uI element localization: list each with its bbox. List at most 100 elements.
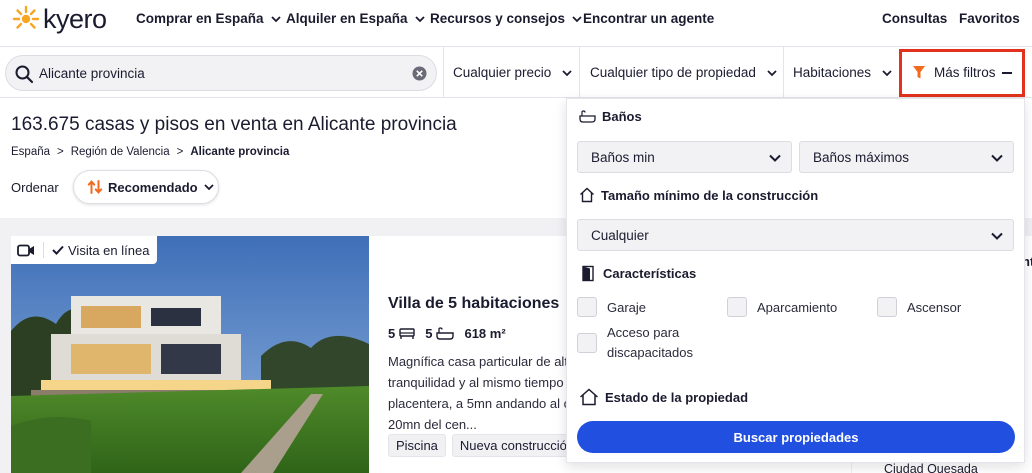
search-value: Alicante provincia bbox=[39, 66, 145, 81]
chevron-down-icon bbox=[203, 184, 214, 191]
features-title-label: Características bbox=[603, 266, 697, 281]
chevron-down-icon bbox=[991, 154, 1003, 162]
price-filter[interactable]: Cualquier precio bbox=[453, 65, 573, 80]
logo-text: kyero bbox=[43, 4, 107, 34]
area: 618 m² bbox=[464, 326, 505, 341]
size-section-title: Tamaño mínimo de la construcción bbox=[579, 187, 818, 203]
banos-section-title: Baños bbox=[579, 109, 642, 124]
banos-title-label: Baños bbox=[602, 109, 642, 124]
breadcrumb-espana[interactable]: España bbox=[11, 146, 50, 158]
banos-min-select[interactable]: Baños min bbox=[577, 141, 792, 173]
virtual-tour-badge: Visita en línea bbox=[11, 236, 158, 264]
sort-value: Recomendado bbox=[108, 179, 198, 195]
accesibilidad-checkbox[interactable]: Acceso para discapacitados bbox=[577, 323, 727, 363]
door-icon bbox=[582, 265, 594, 282]
chevron-down-icon bbox=[991, 232, 1003, 240]
collapse-minus-icon bbox=[1002, 72, 1012, 74]
ascensor-label: Ascensor bbox=[907, 300, 962, 315]
listing-photo[interactable]: Visita en línea bbox=[11, 236, 369, 473]
garaje-checkbox[interactable]: Garaje bbox=[577, 297, 646, 318]
aparcamiento-label: Aparcamiento bbox=[757, 300, 838, 315]
divider bbox=[579, 47, 580, 97]
nav-alquiler[interactable]: Alquiler en España bbox=[286, 11, 426, 26]
estado-section-title: Estado de la propiedad bbox=[579, 388, 748, 406]
checkbox-box[interactable] bbox=[727, 297, 747, 317]
area-value: 618 m² bbox=[464, 326, 506, 341]
nav-recursos-label: Recursos y consejos bbox=[430, 11, 566, 26]
chevron-down-icon bbox=[769, 154, 781, 162]
video-camera-icon bbox=[17, 244, 34, 256]
sort-dropdown[interactable]: Recomendado bbox=[73, 170, 219, 204]
breadcrumb-separator: > bbox=[57, 146, 64, 158]
chevron-down-icon bbox=[270, 15, 281, 22]
ascensor-checkbox[interactable]: Ascensor bbox=[877, 297, 961, 318]
online-visit-label: Visita en línea bbox=[68, 242, 150, 258]
bathrooms: 5 bbox=[425, 326, 455, 341]
checkbox-box[interactable] bbox=[877, 297, 897, 317]
breadcrumb-region[interactable]: Región de Valencia bbox=[71, 146, 170, 158]
bathtub-icon bbox=[436, 326, 455, 340]
nav-encontrar-agente[interactable]: Encontrar un agente bbox=[583, 11, 714, 26]
divider bbox=[43, 242, 44, 258]
nav-comprar[interactable]: Comprar en España bbox=[136, 11, 282, 26]
page-title: 163.675 casas y pisos en venta en Alican… bbox=[11, 114, 457, 135]
garaje-label: Garaje bbox=[607, 300, 647, 315]
listing-description: Magnífica casa particular de alt tranqui… bbox=[388, 354, 571, 432]
tag-piscina: Piscina bbox=[388, 434, 446, 457]
clear-icon[interactable] bbox=[412, 66, 427, 81]
sort-arrows-icon bbox=[87, 180, 103, 194]
breadcrumb-current: Alicante provincia bbox=[190, 146, 290, 158]
accesibilidad-label: Acceso para discapacitados bbox=[607, 325, 693, 360]
order-label: Ordenar bbox=[11, 180, 59, 195]
listing-tags: Piscina Nueva construcción bbox=[388, 434, 583, 457]
nav-consultas[interactable]: Consultas bbox=[882, 11, 947, 26]
banos-max-select[interactable]: Baños máximos bbox=[799, 141, 1014, 173]
chevron-down-icon bbox=[562, 69, 572, 76]
bathtub-icon bbox=[579, 109, 596, 123]
villa-photo-image bbox=[11, 236, 369, 473]
property-type-filter[interactable]: Cualquier tipo de propiedad bbox=[590, 65, 778, 80]
next-listing-location: Ciudad Quesada bbox=[884, 462, 978, 473]
rooms-filter-label: Habitaciones bbox=[793, 65, 872, 80]
bed-icon bbox=[399, 327, 415, 339]
bedrooms: 5 bbox=[388, 326, 415, 341]
nav-favoritos[interactable]: Favoritos bbox=[959, 11, 1020, 26]
divider bbox=[443, 47, 444, 97]
check-icon bbox=[52, 245, 64, 255]
size-select[interactable]: Cualquier bbox=[577, 219, 1014, 251]
checkbox-box[interactable] bbox=[577, 333, 597, 353]
bathrooms-value: 5 bbox=[425, 326, 433, 341]
property-type-filter-label: Cualquier tipo de propiedad bbox=[590, 65, 756, 80]
size-value: Cualquier bbox=[591, 227, 649, 243]
checkbox-box[interactable] bbox=[577, 297, 597, 317]
rooms-filter[interactable]: Habitaciones bbox=[793, 65, 893, 80]
search-input[interactable]: Alicante provincia bbox=[5, 55, 437, 91]
banos-max-value: Baños máximos bbox=[813, 149, 910, 165]
listing-title[interactable]: Villa de 5 habitaciones bbox=[388, 295, 559, 313]
more-filters-panel: Baños Baños min Baños máximos Tamaño mín… bbox=[566, 98, 1025, 463]
size-title-label: Tamaño mínimo de la construcción bbox=[601, 187, 819, 203]
nav-encontrar-agente-label: Encontrar un agente bbox=[583, 11, 715, 26]
chevron-down-icon bbox=[414, 15, 425, 22]
search-icon bbox=[15, 65, 34, 84]
kyero-logo[interactable]: kyero bbox=[12, 5, 107, 33]
search-properties-button[interactable]: Buscar propiedades bbox=[577, 421, 1015, 453]
price-filter-label: Cualquier precio bbox=[453, 65, 552, 80]
estado-title-label: Estado de la propiedad bbox=[605, 389, 749, 405]
filter-funnel-icon bbox=[913, 66, 925, 79]
tag-nueva-construccion: Nueva construcción bbox=[451, 434, 583, 457]
banos-min-value: Baños min bbox=[591, 149, 655, 165]
divider bbox=[783, 47, 784, 97]
bedrooms-value: 5 bbox=[388, 326, 396, 341]
nav-comprar-label: Comprar en España bbox=[136, 11, 264, 26]
house-icon bbox=[580, 388, 598, 406]
more-filters-label: Más filtros bbox=[934, 65, 996, 80]
features-section-title: Características bbox=[581, 265, 696, 282]
nav-alquiler-label: Alquiler en España bbox=[286, 11, 408, 26]
listing-specs: 5 5 618 m² bbox=[388, 326, 512, 341]
more-filters-button[interactable]: Más filtros bbox=[899, 49, 1025, 97]
sun-logo-icon bbox=[12, 5, 40, 29]
nav-recursos[interactable]: Recursos y consejos bbox=[430, 11, 583, 26]
chevron-down-icon bbox=[767, 69, 777, 76]
aparcamiento-checkbox[interactable]: Aparcamiento bbox=[727, 297, 837, 318]
